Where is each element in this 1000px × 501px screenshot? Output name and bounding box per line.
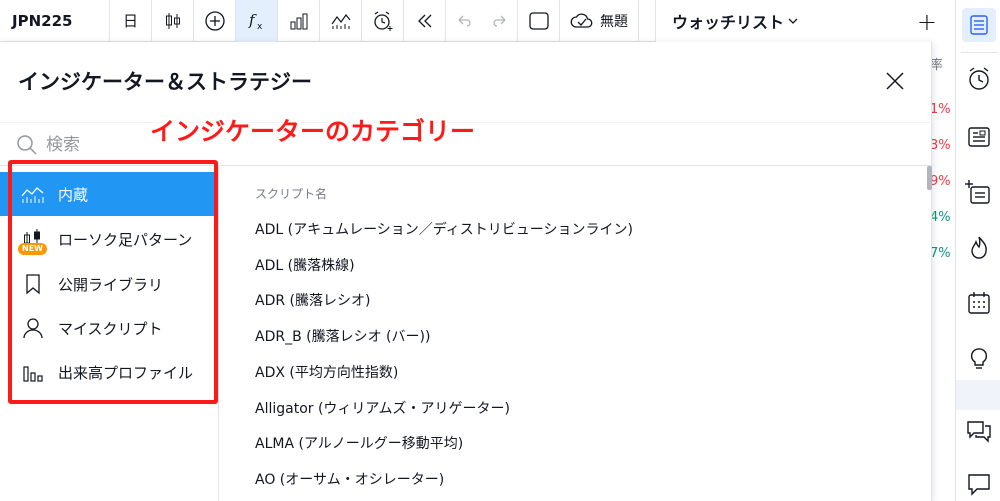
- watchlist-col-header: 率: [930, 58, 944, 73]
- top-toolbar: JPN225 日 fx 無題: [0, 0, 655, 42]
- hotlist-add-icon[interactable]: [962, 176, 996, 210]
- dialog-title: インジケーター＆ストラテジー: [18, 70, 312, 94]
- lightbulb-icon[interactable]: [962, 342, 996, 376]
- save-layout-label: 無題: [600, 13, 628, 30]
- flame-icon[interactable]: [962, 230, 996, 264]
- watchlist-change: 4%: [930, 210, 951, 225]
- chevron-down-icon[interactable]: [788, 14, 798, 28]
- script-list: スクリプト名 ADL (アキュムレーション／ディストリビューションライン) AD…: [219, 166, 931, 501]
- calendar-icon[interactable]: [962, 286, 996, 320]
- watchlist-list-icon[interactable]: [962, 8, 996, 42]
- search-icon: [16, 134, 38, 160]
- alert-clock-icon[interactable]: [362, 0, 404, 42]
- script-row[interactable]: ADL (アキュムレーション／ディストリビューションライン): [255, 219, 633, 239]
- script-row[interactable]: ADR_B (騰落レシオ (バー)): [255, 326, 430, 346]
- symbol-search-button[interactable]: JPN225: [0, 0, 110, 42]
- data-window-icon[interactable]: [962, 120, 996, 154]
- close-icon[interactable]: [884, 70, 906, 92]
- script-row[interactable]: ADL (騰落株線): [255, 255, 355, 275]
- annotation-highlight-box: [8, 160, 218, 404]
- column-header-script-name: スクリプト名: [255, 187, 328, 201]
- redo-icon[interactable]: [482, 0, 518, 42]
- watchlist-change: 3%: [930, 138, 951, 153]
- chat-bubbles-icon[interactable]: [962, 414, 996, 448]
- templates-icon[interactable]: [320, 0, 362, 42]
- save-layout-button[interactable]: 無題: [560, 0, 639, 42]
- scrollbar[interactable]: [927, 166, 932, 190]
- interval-button[interactable]: 日: [110, 0, 152, 42]
- watchlist-header: ウォッチリスト +: [655, 0, 955, 42]
- script-row[interactable]: ADR (騰落レシオ): [255, 290, 370, 310]
- indicators-fx-icon[interactable]: fx: [236, 0, 278, 42]
- watchlist-change: 7%: [930, 246, 951, 261]
- watchlist-title[interactable]: ウォッチリスト: [672, 9, 784, 33]
- compare-plus-icon[interactable]: [194, 0, 236, 42]
- undo-icon[interactable]: [446, 0, 482, 42]
- right-sidebar: [955, 0, 1000, 501]
- messages-icon[interactable]: [962, 466, 996, 500]
- alarm-clock-icon[interactable]: [962, 62, 996, 96]
- replay-rewind-icon[interactable]: [404, 0, 446, 42]
- cloud-check-icon: [570, 13, 593, 28]
- script-row[interactable]: AO (オーサム・オシレーター): [255, 469, 444, 489]
- financials-bars-icon[interactable]: [278, 0, 320, 42]
- watchlist-change-column: 率 1% 3% 9% 4% 7%: [930, 56, 955, 280]
- svg-text:f: f: [248, 11, 257, 29]
- script-row[interactable]: Alligator (ウィリアムズ・アリゲーター): [255, 398, 510, 418]
- candlestick-icon[interactable]: [152, 0, 194, 42]
- annotation-label: インジケーターのカテゴリー: [150, 117, 476, 146]
- add-symbol-plus-icon[interactable]: +: [917, 8, 937, 36]
- script-row[interactable]: ALMA (アルノールグー移動平均): [255, 433, 463, 453]
- svg-text:x: x: [257, 22, 263, 32]
- watchlist-change: 1%: [930, 102, 951, 117]
- fullscreen-square-icon[interactable]: [518, 0, 560, 42]
- script-row[interactable]: ADX (平均方向性指数): [255, 362, 398, 382]
- watchlist-change: 9%: [930, 174, 951, 189]
